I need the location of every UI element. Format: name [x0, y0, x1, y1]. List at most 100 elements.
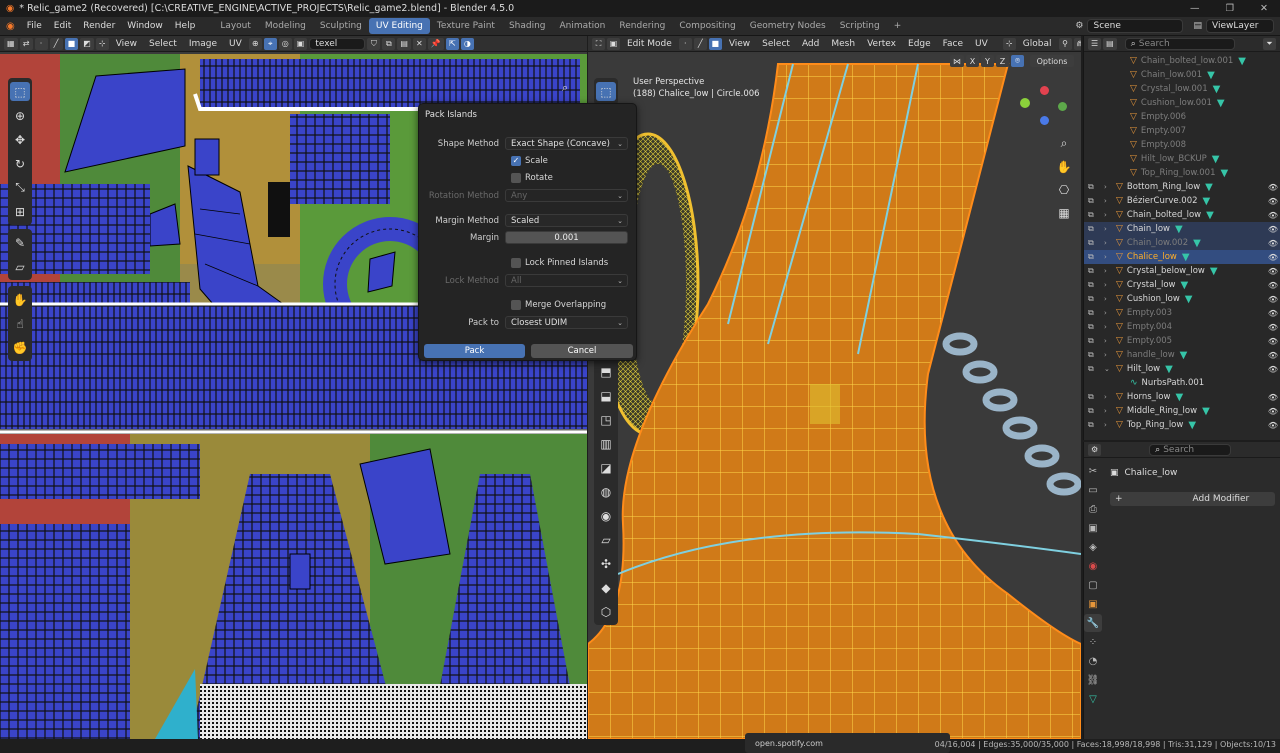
select-toggle-icon[interactable]: ⧉: [1088, 364, 1094, 374]
outliner-item[interactable]: ⧉ › ▽ Empty.005 👁: [1084, 334, 1280, 348]
edge-mode-icon[interactable]: ╱: [693, 37, 707, 50]
expand-chevron-icon[interactable]: ›: [1104, 351, 1107, 359]
uv-menu-uv[interactable]: UV: [224, 39, 247, 49]
pivot-icon[interactable]: ⊕: [248, 37, 262, 50]
expand-chevron-icon[interactable]: ›: [1104, 281, 1107, 289]
visibility-eye-icon[interactable]: 👁: [1268, 365, 1278, 374]
visibility-eye-icon[interactable]: 👁: [1268, 351, 1278, 360]
tab-layout[interactable]: Layout: [213, 18, 258, 34]
expand-chevron-icon[interactable]: ⌄: [1104, 365, 1110, 373]
mesh-data-icon[interactable]: ▼: [1203, 196, 1211, 207]
proportional-icon[interactable]: ◎: [278, 37, 292, 50]
outliner-item[interactable]: ⧉ › ▽ Empty.004 👁: [1084, 320, 1280, 334]
mode-selector[interactable]: Edit Mode: [622, 39, 677, 49]
loop-cut-tool-icon[interactable]: ▥: [596, 434, 616, 453]
outliner-item[interactable]: ⧉ › ▽ handle_low ▼ 👁: [1084, 348, 1280, 362]
menu-window[interactable]: Window: [121, 21, 169, 31]
image-browse-icon[interactable]: ▣: [293, 37, 308, 50]
visibility-eye-icon[interactable]: 👁: [1268, 281, 1278, 290]
lock-pinned-checkbox[interactable]: [511, 257, 521, 268]
open-image-icon[interactable]: ▤: [397, 37, 411, 50]
scene-tab-icon[interactable]: ◈: [1084, 538, 1102, 556]
image-name-field[interactable]: texel: [309, 37, 366, 50]
expand-chevron-icon[interactable]: ›: [1104, 267, 1107, 275]
outliner-item[interactable]: ∿ NurbsPath.001: [1084, 376, 1280, 390]
mesh-data-icon[interactable]: ▼: [1205, 182, 1213, 193]
sticky-select-icon[interactable]: ⊹: [95, 37, 109, 50]
select-toggle-icon[interactable]: ⧉: [1088, 266, 1094, 276]
select-toggle-icon[interactable]: ⧉: [1088, 294, 1094, 304]
vertex-mode-icon[interactable]: ·: [678, 37, 692, 50]
outliner-item[interactable]: ⧉ › ▽ Empty.003 👁: [1084, 306, 1280, 320]
editor-type-icon[interactable]: ▦: [4, 37, 18, 50]
gizmo-icon[interactable]: ⇱: [445, 37, 459, 50]
transform-tool-icon[interactable]: ⊞: [10, 202, 30, 221]
unlink-image-icon[interactable]: ✕: [412, 37, 426, 50]
fake-user-icon[interactable]: ⛉: [367, 37, 381, 50]
uv-menu-view[interactable]: View: [111, 39, 142, 49]
expand-chevron-icon[interactable]: ›: [1104, 407, 1107, 415]
select-toggle-icon[interactable]: ⧉: [1088, 350, 1094, 360]
outliner-item[interactable]: ⧉ › ▽ Chain_bolted_low ▼ 👁: [1084, 208, 1280, 222]
view-layer-selector[interactable]: ViewLayer: [1206, 19, 1274, 33]
transform-orientation[interactable]: Global: [1018, 39, 1057, 49]
outliner-item[interactable]: ⧉ › ▽ Chain_low.002 ▼ 👁: [1084, 236, 1280, 250]
overlay-icon[interactable]: ◑: [460, 37, 474, 50]
visibility-eye-icon[interactable]: 👁: [1268, 337, 1278, 346]
outliner-item[interactable]: ⧉ › ▽ BézierCurve.002 ▼ 👁: [1084, 194, 1280, 208]
expand-chevron-icon[interactable]: ›: [1104, 239, 1107, 247]
viewport-canvas[interactable]: [588, 54, 1081, 739]
tab-scripting[interactable]: Scripting: [833, 18, 887, 34]
expand-chevron-icon[interactable]: ›: [1104, 309, 1107, 317]
visibility-eye-icon[interactable]: 👁: [1268, 211, 1278, 220]
outliner-search[interactable]: ⌕ Search: [1124, 37, 1235, 50]
render-tab-icon[interactable]: ▭: [1084, 481, 1102, 499]
visibility-eye-icon[interactable]: 👁: [1268, 393, 1278, 402]
outliner-item[interactable]: ⧉ › ▽ Middle_Ring_low ▼ 👁: [1084, 404, 1280, 418]
mesh-data-icon[interactable]: ▼: [1175, 392, 1183, 403]
outliner-item[interactable]: ⧉ › ▽ Crystal_below_low ▼ 👁: [1084, 264, 1280, 278]
zoom-icon[interactable]: ⌕: [1054, 134, 1074, 153]
vp-menu-view[interactable]: View: [724, 39, 755, 49]
cancel-button[interactable]: Cancel: [531, 344, 633, 358]
outliner-editor-icon[interactable]: ☰: [1088, 37, 1102, 50]
select-toggle-icon[interactable]: ⧉: [1088, 280, 1094, 290]
expand-chevron-icon[interactable]: ›: [1104, 295, 1107, 303]
snap-toggle-icon[interactable]: ⋒: [1073, 37, 1081, 50]
mesh-data-icon[interactable]: ▼: [1217, 98, 1225, 109]
outliner-item[interactable]: ⧉ › ▽ Chain_low ▼ 👁: [1084, 222, 1280, 236]
mesh-data-icon[interactable]: ▼: [1213, 84, 1221, 95]
vp-menu-face[interactable]: Face: [938, 39, 968, 49]
uv-menu-select[interactable]: Select: [144, 39, 182, 49]
tab-geometry-nodes[interactable]: Geometry Nodes: [743, 18, 833, 34]
vp-menu-add[interactable]: Add: [797, 39, 824, 49]
expand-chevron-icon[interactable]: ›: [1104, 225, 1107, 233]
edge-select-icon[interactable]: ╱: [49, 37, 63, 50]
mesh-data-icon[interactable]: ▼: [1193, 238, 1201, 249]
maximize-icon[interactable]: ❐: [1226, 3, 1235, 14]
filter-icon[interactable]: ⏷: [1263, 37, 1276, 50]
visibility-eye-icon[interactable]: 👁: [1268, 239, 1278, 248]
outliner-item[interactable]: ▽ Chain_bolted_low.001 ▼: [1084, 54, 1280, 68]
scale-tool-icon[interactable]: ⤡: [10, 178, 30, 197]
display-mode-icon[interactable]: ▤: [1103, 37, 1117, 50]
scale-checkbox[interactable]: ✓: [511, 155, 521, 166]
pan-hand-icon[interactable]: ✋: [1054, 157, 1074, 176]
vp-select-box-icon[interactable]: ⬚: [596, 82, 616, 101]
rotate-checkbox[interactable]: [511, 172, 521, 183]
mesh-data-icon[interactable]: ▼: [1182, 252, 1190, 263]
options-dropdown[interactable]: Options: [1030, 55, 1074, 67]
mesh-data-icon[interactable]: ▼: [1188, 420, 1196, 431]
outliner-item[interactable]: ⧉ › ▽ Chalice_low ▼ 👁: [1084, 250, 1280, 264]
auto-merge-icon[interactable]: ⌾: [1011, 55, 1024, 67]
select-toggle-icon[interactable]: ⧉: [1088, 252, 1094, 262]
outliner-item[interactable]: ⧉ ⌄ ▽ Hilt_low ▼ 👁: [1084, 362, 1280, 376]
expand-chevron-icon[interactable]: ›: [1104, 421, 1107, 429]
expand-chevron-icon[interactable]: ›: [1104, 183, 1107, 191]
knife-tool-icon[interactable]: ◪: [596, 458, 616, 477]
select-toggle-icon[interactable]: ⧉: [1088, 406, 1094, 416]
outliner-item[interactable]: ▽ Crystal_low.001 ▼: [1084, 82, 1280, 96]
new-image-icon[interactable]: ⧉: [382, 37, 396, 50]
select-toggle-icon[interactable]: ⧉: [1088, 238, 1094, 248]
tab-animation[interactable]: Animation: [553, 18, 613, 34]
